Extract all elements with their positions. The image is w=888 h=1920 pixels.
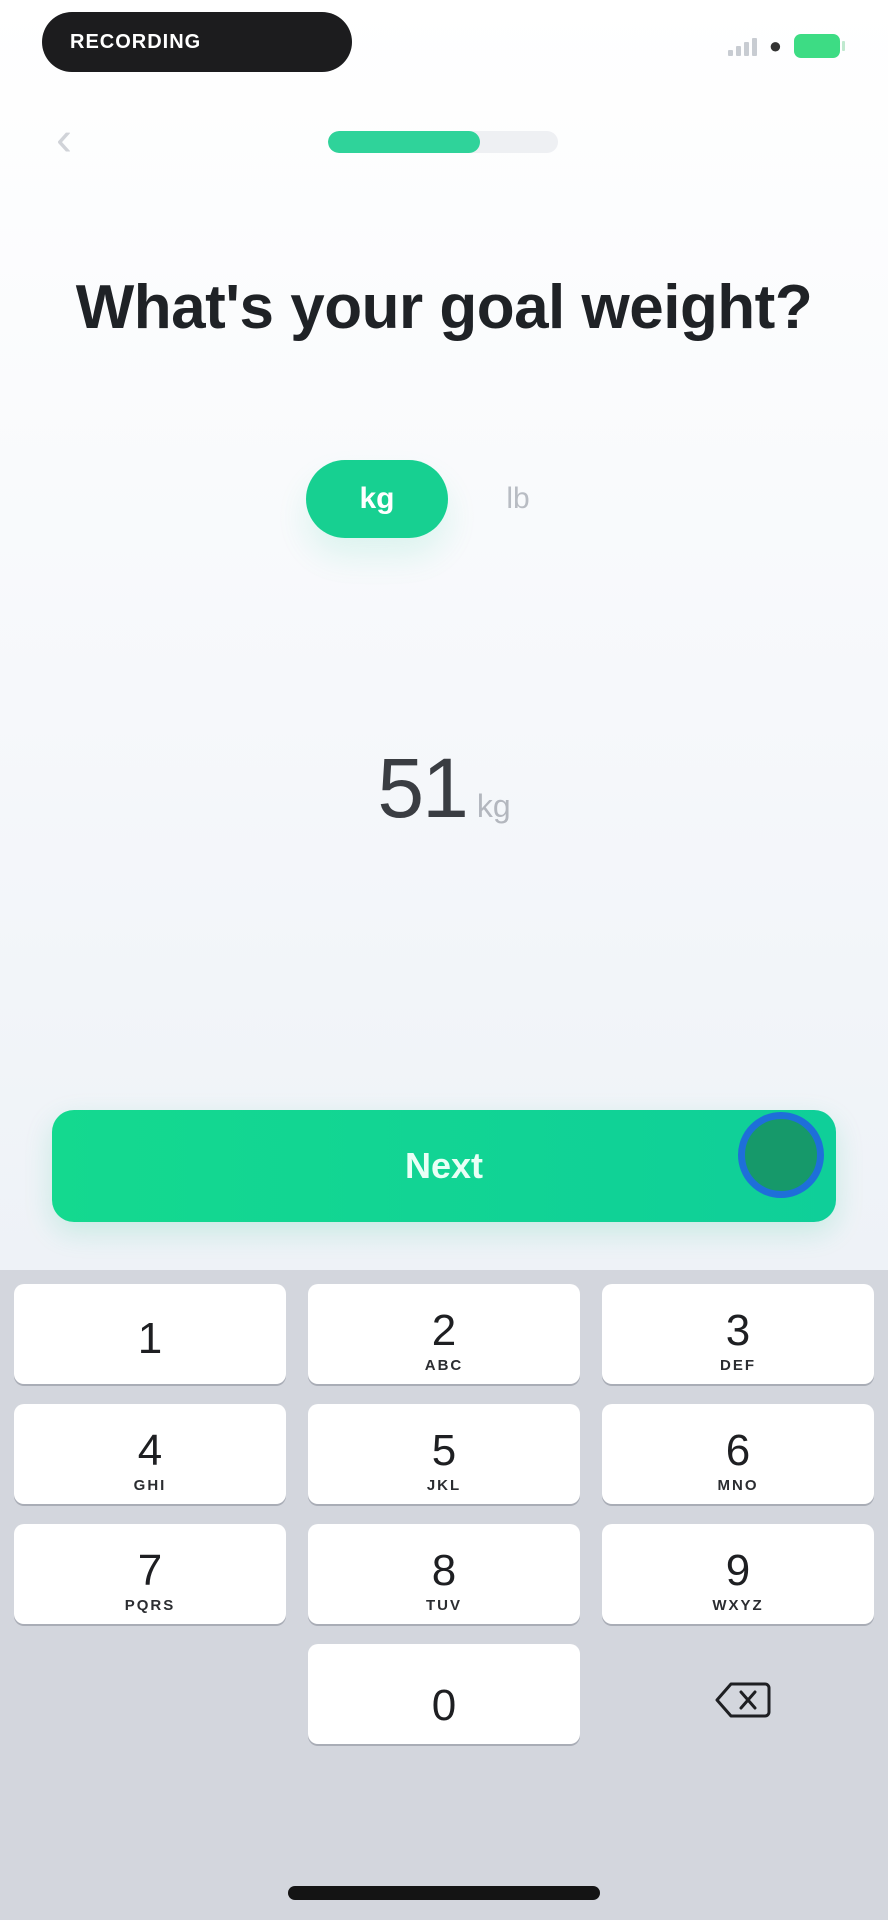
key-digit: 4 [137, 1425, 163, 1475]
key-digit: 3 [725, 1305, 751, 1355]
key-0[interactable]: 0 [308, 1644, 580, 1744]
key-digit: 5 [431, 1425, 457, 1475]
key-digit: 1 [137, 1314, 163, 1363]
weight-input[interactable]: 51 kg [0, 740, 888, 837]
screen-recording-pill[interactable]: RECORDING [42, 12, 352, 72]
key-1[interactable]: 1 [14, 1284, 286, 1384]
key-5[interactable]: 5 JKL [308, 1404, 580, 1504]
key-7[interactable]: 7 PQRS [14, 1524, 286, 1624]
back-button[interactable]: ‹ [44, 110, 84, 170]
key-8[interactable]: 8 TUV [308, 1524, 580, 1624]
key-digit: 2 [431, 1305, 457, 1355]
app-screen: RECORDING ● ‹ What's your goal weight? k… [0, 0, 888, 1270]
key-letters: TUV [426, 1596, 462, 1614]
numeric-keypad: 1 2 ABC 3 DEF 4 GHI 5 JKL 6 MNO 7 PQRS 8… [0, 1270, 888, 1920]
key-letters: PQRS [124, 1596, 176, 1614]
key-letters: GHI [133, 1476, 167, 1494]
key-2[interactable]: 2 ABC [308, 1284, 580, 1384]
key-6[interactable]: 6 MNO [602, 1404, 874, 1504]
key-digit: 0 [431, 1681, 457, 1730]
delete-key[interactable] [703, 1670, 783, 1730]
key-digit: 7 [137, 1545, 163, 1595]
key-letters: DEF [720, 1356, 756, 1374]
weight-unit: kg [476, 788, 511, 824]
key-digit: 6 [725, 1425, 751, 1475]
touch-indicator-icon [738, 1112, 824, 1198]
key-3[interactable]: 3 DEF [602, 1284, 874, 1384]
battery-icon [794, 34, 845, 58]
key-letters: MNO [717, 1476, 759, 1494]
onboarding-progress-bar [328, 131, 558, 153]
unit-toggle: kg lb [306, 460, 548, 538]
key-digit: 8 [431, 1545, 457, 1595]
wifi-icon: ● [768, 33, 782, 58]
key-9[interactable]: 9 WXYZ [602, 1524, 874, 1624]
key-digit: 9 [725, 1545, 751, 1595]
recording-label: RECORDING [70, 30, 202, 53]
status-indicators: ● [727, 33, 845, 58]
progress-fill [328, 131, 480, 153]
key-letters: WXYZ [712, 1596, 764, 1614]
next-button[interactable]: Next [52, 1110, 836, 1222]
home-indicator[interactable] [288, 1886, 600, 1900]
unit-lb-button[interactable]: lb [488, 460, 548, 538]
unit-kg-button[interactable]: kg [306, 460, 448, 538]
key-4[interactable]: 4 GHI [14, 1404, 286, 1504]
weight-value: 51 [377, 741, 468, 835]
backspace-icon [715, 1682, 771, 1718]
key-letters: JKL [426, 1476, 462, 1494]
chevron-left-icon: ‹ [56, 113, 72, 166]
key-letters: ABC [424, 1356, 464, 1374]
page-title: What's your goal weight? [75, 273, 813, 342]
cellular-signal-icon [727, 36, 757, 56]
